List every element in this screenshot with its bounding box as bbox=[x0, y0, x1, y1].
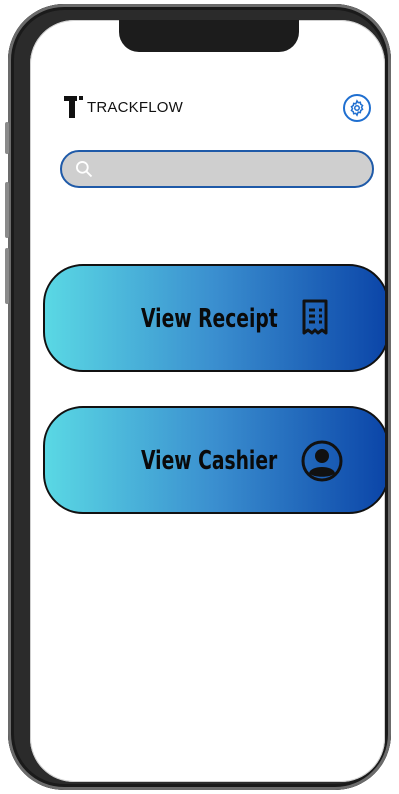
search-icon bbox=[74, 159, 102, 179]
view-cashier-label: View Cashier bbox=[141, 446, 278, 476]
brand-name: TRACKFLOW bbox=[87, 98, 183, 116]
gear-icon bbox=[350, 99, 364, 117]
notch bbox=[119, 20, 299, 52]
volume-down-button bbox=[5, 248, 9, 304]
side-button bbox=[5, 122, 9, 154]
search-input[interactable] bbox=[102, 160, 372, 178]
settings-button[interactable] bbox=[343, 94, 371, 122]
user-avatar-icon bbox=[301, 440, 343, 482]
receipt-icon bbox=[302, 299, 328, 335]
phone-screen: TRACKFLOW View Receipt View Cashier bbox=[30, 20, 385, 782]
view-receipt-button[interactable]: View Receipt bbox=[43, 264, 385, 372]
trackflow-logo-icon bbox=[64, 96, 83, 118]
volume-up-button bbox=[5, 182, 9, 238]
brand-logo: TRACKFLOW bbox=[64, 96, 183, 118]
phone-frame: TRACKFLOW View Receipt View Cashier bbox=[5, 4, 391, 790]
view-cashier-button[interactable]: View Cashier bbox=[43, 406, 385, 514]
search-bar[interactable] bbox=[60, 150, 374, 188]
view-receipt-label: View Receipt bbox=[141, 304, 278, 334]
